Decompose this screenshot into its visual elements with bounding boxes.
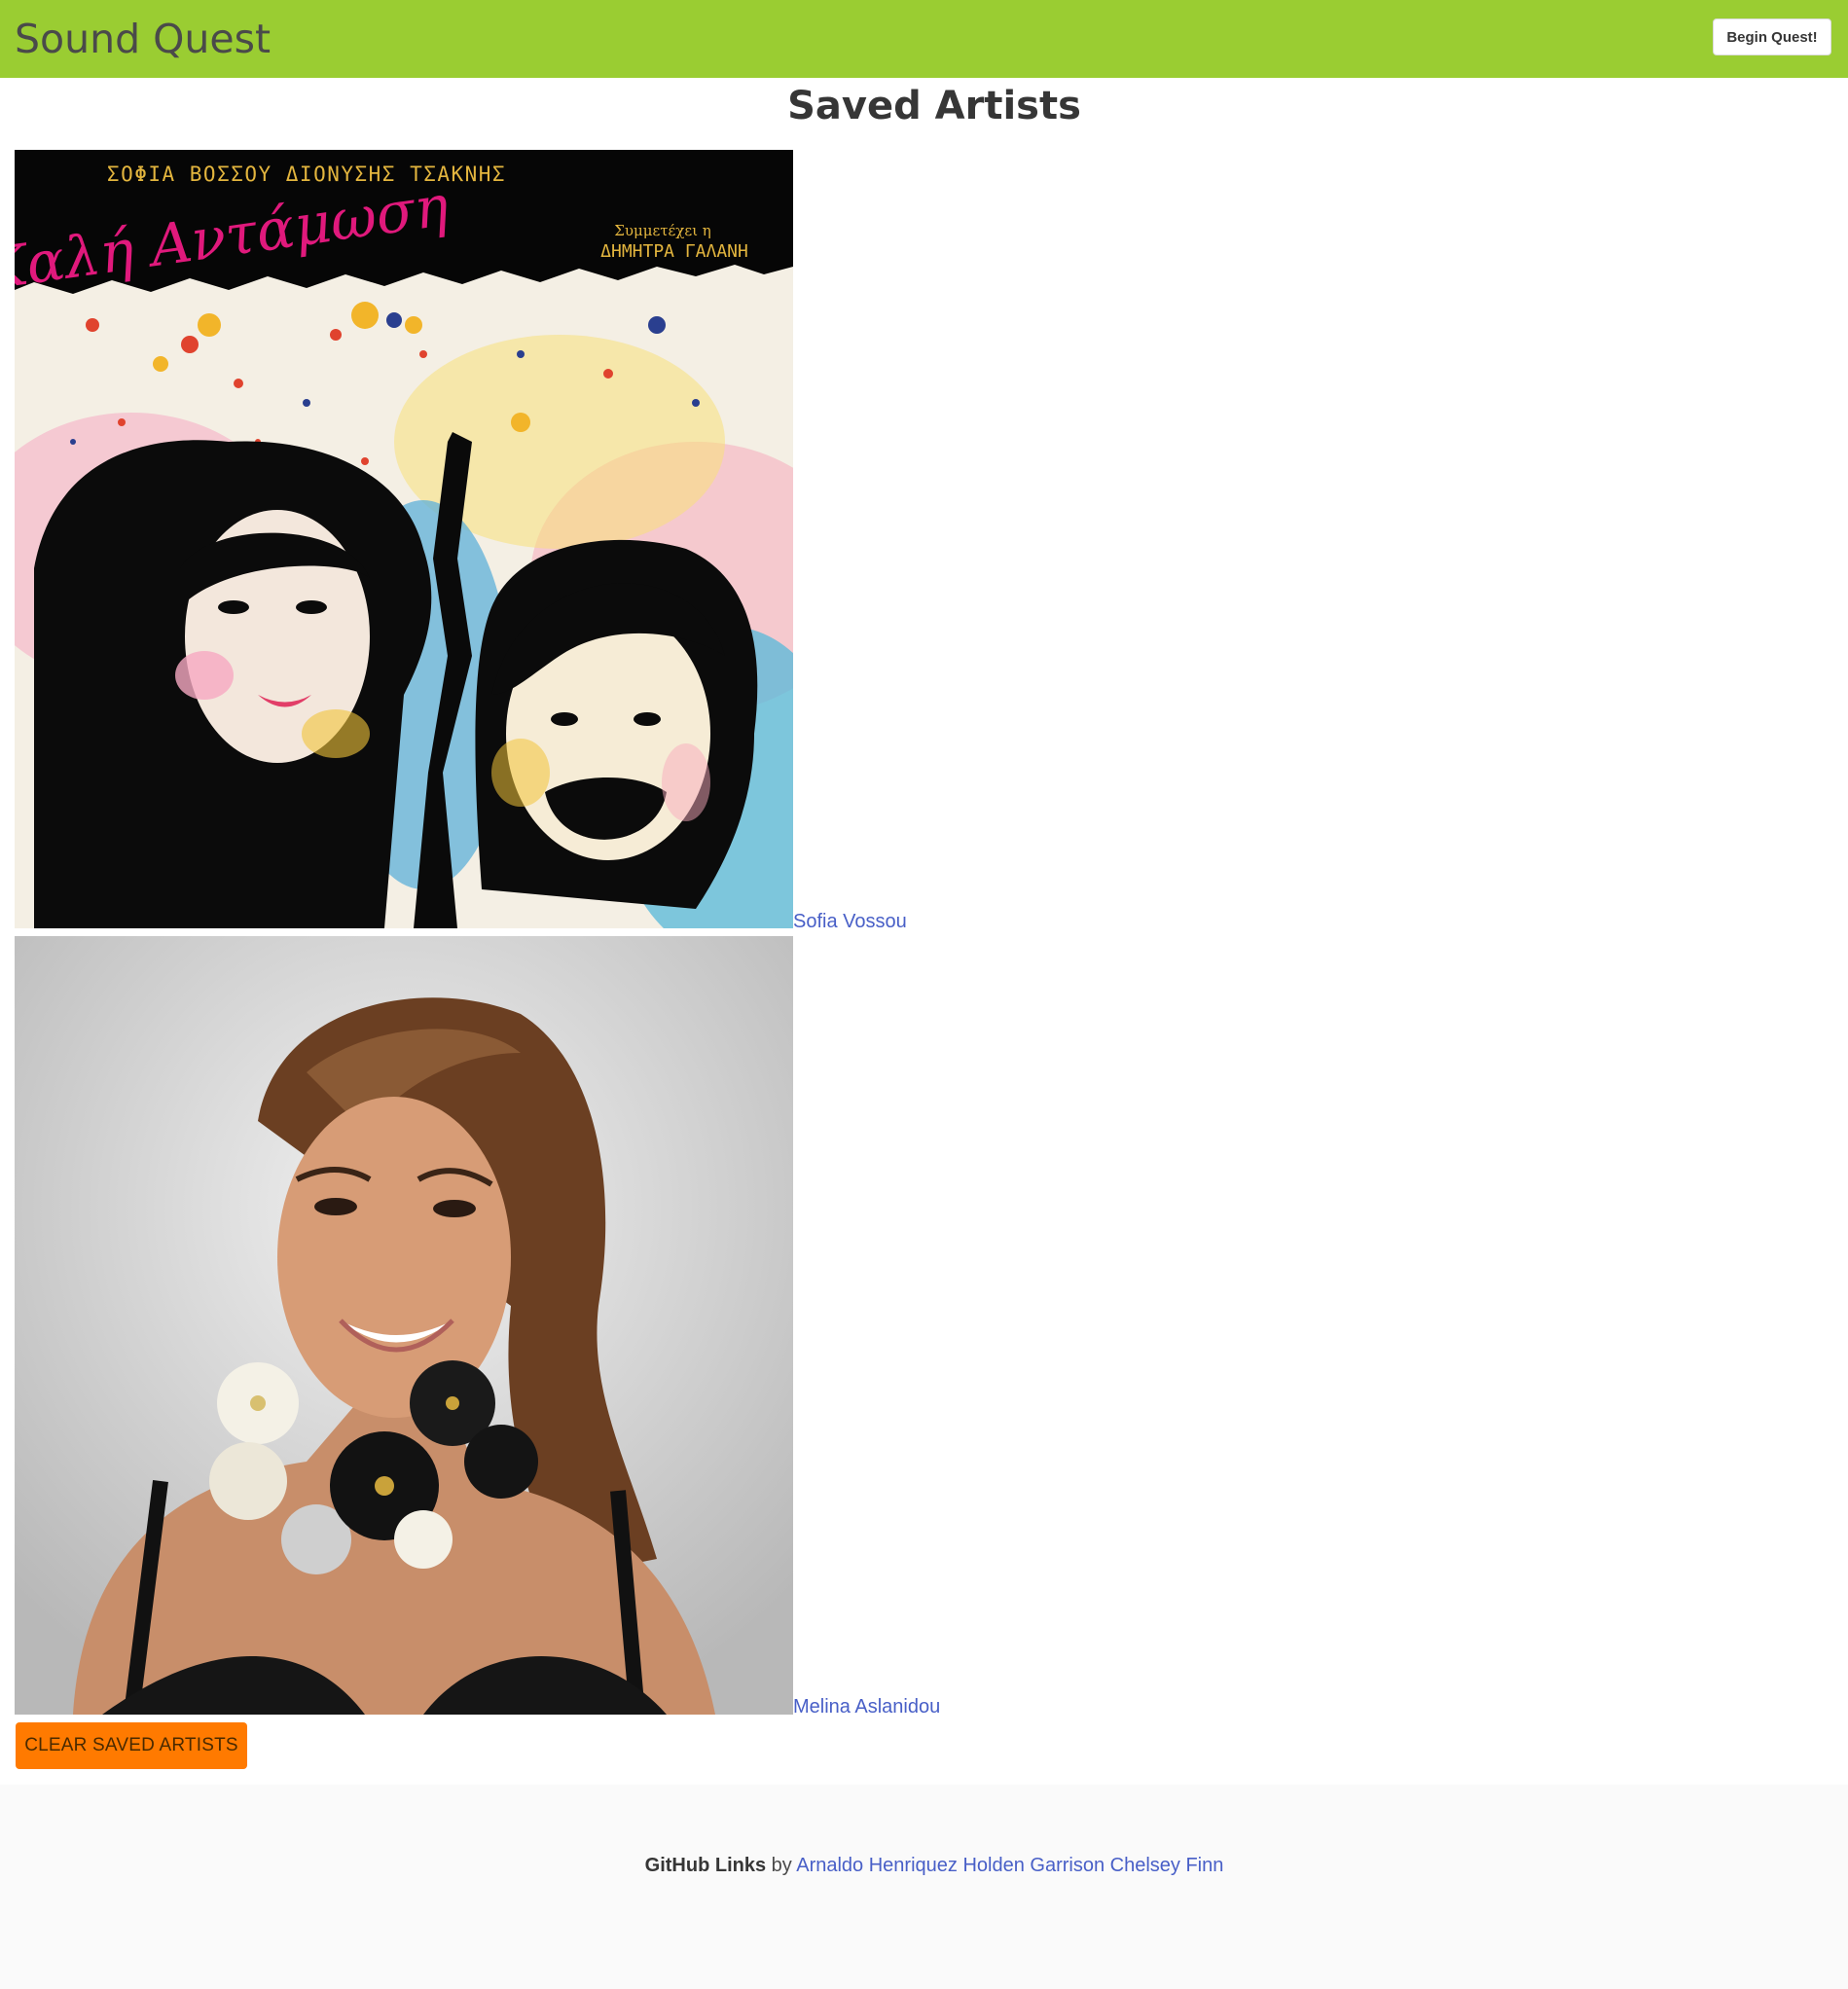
footer-author-link[interactable]: Holden Garrison (962, 1855, 1105, 1876)
footer-by: by (771, 1855, 792, 1876)
footer-credits: GitHub Links by Arnaldo Henriquez Holden… (0, 1855, 1848, 1877)
artist-link-sofia-vossou[interactable]: Sofia Vossou (793, 910, 907, 933)
footer-author-link[interactable]: Chelsey Finn (1110, 1855, 1224, 1876)
artist-image-melina-aslanidou (15, 936, 793, 1715)
brand-title[interactable]: Sound Quest (15, 16, 271, 62)
page-title: Saved Artists (787, 84, 1081, 128)
cover-featuring-name: ΔΗΜΗΤΡΑ ΓΑΛΑΝΗ (600, 241, 748, 262)
footer-label: GitHub Links (644, 1855, 767, 1876)
clear-saved-artists-button[interactable]: CLEAR SAVED ARTISTS (16, 1722, 247, 1769)
cover-title-text: ΣΟΦΙΑ ΒΟΣΣΟΥ ΔΙΟΝΥΣΗΣ ΤΣΑΚΝΗΣ (107, 163, 506, 186)
navbar: Sound Quest Begin Quest! (0, 0, 1848, 78)
footer: GitHub Links by Arnaldo Henriquez Holden… (0, 1785, 1848, 1989)
footer-author-link[interactable]: Arnaldo Henriquez (796, 1855, 958, 1876)
begin-quest-button[interactable]: Begin Quest! (1713, 18, 1831, 55)
artist-link-melina-aslanidou[interactable]: Melina Aslanidou (793, 1695, 940, 1718)
artist-image-sofia-vossou: ΣΟΦΙΑ ΒΟΣΣΟΥ ΔΙΟΝΥΣΗΣ ΤΣΑΚΝΗΣ Καλή Αντάμ… (15, 150, 793, 928)
cover-featuring-line: Συμμετέχει η (614, 222, 711, 239)
